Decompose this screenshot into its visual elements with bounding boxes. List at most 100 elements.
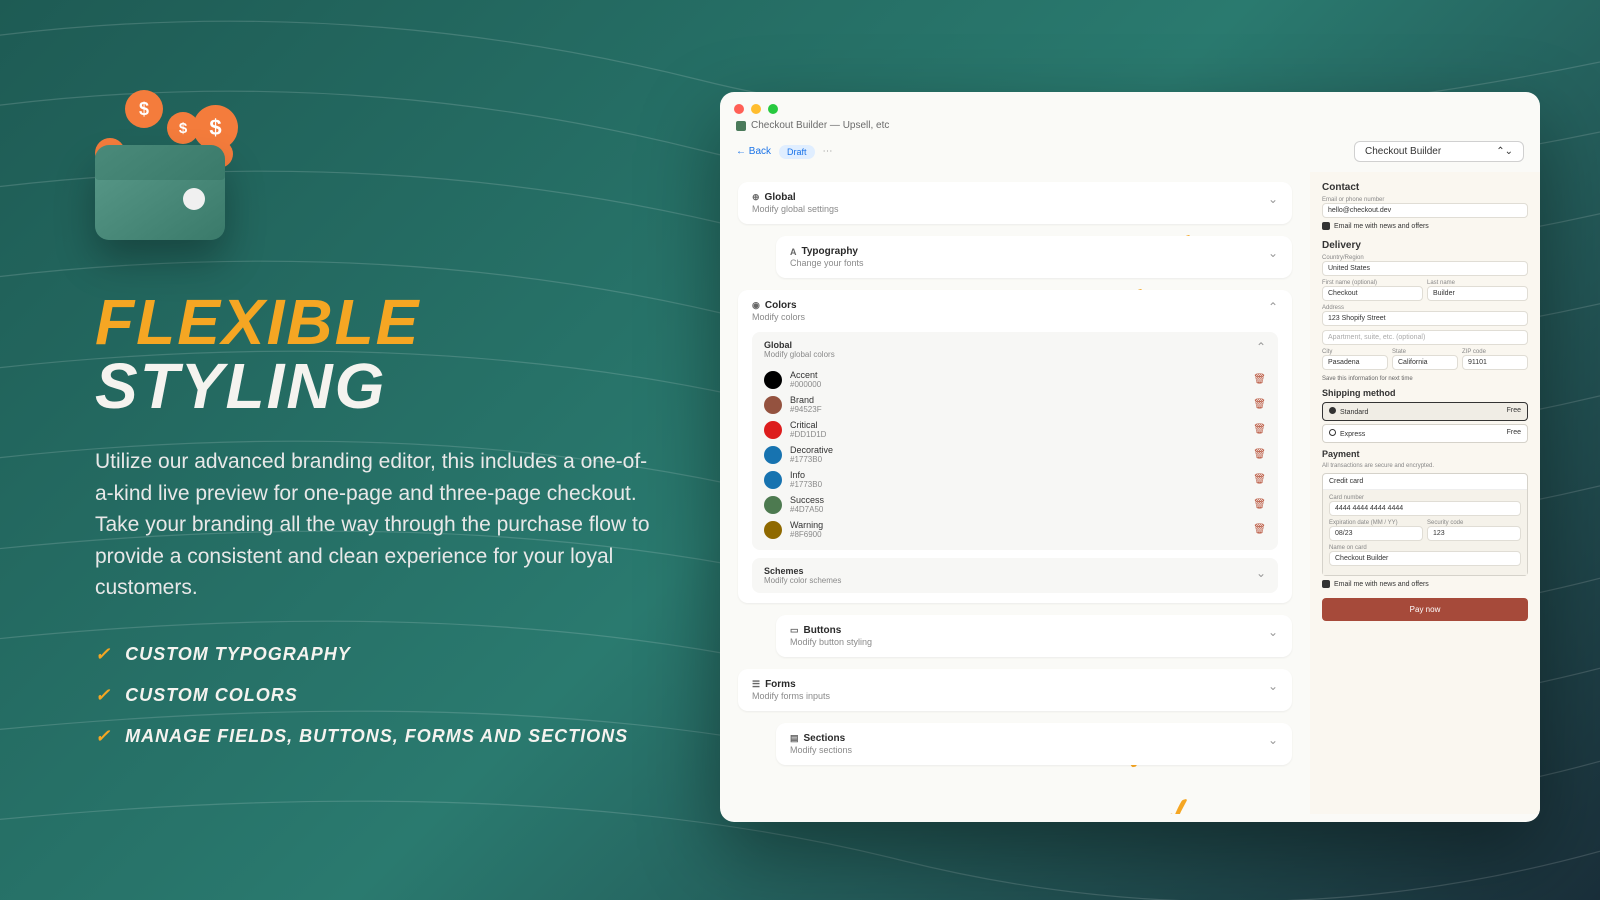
shipping-express[interactable]: ExpressFree	[1322, 424, 1528, 443]
back-button[interactable]: ← Back	[736, 146, 771, 157]
check-icon: ✓	[95, 726, 111, 747]
chevron-down-icon[interactable]: ⌄	[1268, 192, 1278, 206]
marketing-panel: $ $ $ $ $ FLEXIBLE STYLING Utilize our a…	[95, 90, 665, 767]
section-forms[interactable]: ☰Forms Modify forms inputs ⌄	[738, 669, 1292, 711]
colors-global: Global Modify global colors ⌃ Accent #00…	[752, 332, 1278, 550]
color-name: Decorative	[790, 445, 833, 455]
button-icon: ▭	[790, 625, 799, 636]
news-checkbox-2[interactable]: Email me with news and offers	[1322, 580, 1528, 588]
country-field[interactable]: United States	[1322, 261, 1528, 276]
color-name: Brand	[790, 395, 822, 405]
minimize-icon[interactable]	[751, 104, 761, 114]
color-hex: #8F6900	[790, 530, 823, 539]
annotation-check-icon: ✓	[1159, 788, 1198, 814]
app-window: Checkout Builder — Upsell, etc ← Back Dr…	[720, 92, 1540, 822]
name-on-card-field[interactable]: Checkout Builder	[1329, 551, 1521, 566]
city-field[interactable]: Pasadena	[1322, 355, 1388, 370]
card-number-field[interactable]: 4444 4444 4444 4444	[1329, 501, 1521, 516]
trash-icon[interactable]: 🗑	[1253, 474, 1266, 485]
feature-text: Custom Typography	[125, 644, 351, 665]
color-swatch	[764, 396, 782, 414]
section-typography[interactable]: ATypography Change your fonts ⌄	[776, 236, 1292, 278]
color-swatch	[764, 371, 782, 389]
color-row[interactable]: Decorative #1773B0 🗑	[764, 442, 1266, 467]
section-global[interactable]: ⊕Global Modify global settings ⌄	[738, 182, 1292, 224]
color-row[interactable]: Accent #000000 🗑	[764, 367, 1266, 392]
color-swatch	[764, 521, 782, 539]
color-swatch	[764, 471, 782, 489]
forms-icon: ☰	[752, 679, 760, 690]
more-icon[interactable]: ⋯	[823, 146, 833, 157]
chevron-down-icon[interactable]: ⌄	[1268, 625, 1278, 639]
window-controls[interactable]	[720, 92, 1540, 120]
color-name: Success	[790, 495, 824, 505]
check-icon: ✓	[95, 644, 111, 665]
headline-line1: FLEXIBLE	[95, 290, 665, 354]
color-row[interactable]: Critical #DD1D1D 🗑	[764, 417, 1266, 442]
news-checkbox[interactable]: Email me with news and offers	[1322, 222, 1528, 230]
contact-title: Contact	[1322, 182, 1528, 193]
chevron-down-icon[interactable]: ⌄	[1256, 566, 1266, 585]
color-hex: #DD1D1D	[790, 430, 826, 439]
toolbar: ← Back Draft ⋯ Checkout Builder ⌃⌄	[720, 137, 1540, 172]
breadcrumb: Checkout Builder — Upsell, etc	[720, 120, 1540, 137]
color-row[interactable]: Info #1773B0 🗑	[764, 467, 1266, 492]
cvc-field[interactable]: 123	[1427, 526, 1521, 541]
close-icon[interactable]	[734, 104, 744, 114]
colors-schemes[interactable]: Schemes Modify color schemes ⌄	[752, 558, 1278, 593]
state-field[interactable]: California	[1392, 355, 1458, 370]
trash-icon[interactable]: 🗑	[1253, 499, 1266, 510]
settings-panel: ✓ ✓ ✓ ✓ ✓ ✓ ⊕Global Modify global settin…	[720, 172, 1310, 814]
color-row[interactable]: Success #4D7A50 🗑	[764, 492, 1266, 517]
chevron-up-icon[interactable]: ⌃	[1268, 300, 1278, 314]
payment-title: Payment	[1322, 449, 1528, 459]
email-field[interactable]: hello@checkout.dev	[1322, 203, 1528, 218]
color-swatch	[764, 496, 782, 514]
chevron-down-icon[interactable]: ⌄	[1268, 733, 1278, 747]
color-row[interactable]: Brand #94523F 🗑	[764, 392, 1266, 417]
section-buttons[interactable]: ▭Buttons Modify button styling ⌄	[776, 615, 1292, 657]
trash-icon[interactable]: 🗑	[1253, 449, 1266, 460]
apt-field[interactable]: Apartment, suite, etc. (optional)	[1322, 330, 1528, 345]
palette-icon: ◉	[752, 300, 760, 311]
maximize-icon[interactable]	[768, 104, 778, 114]
feature-text: Manage Fields, Buttons, Forms and Sectio…	[125, 726, 628, 747]
headline-line2: STYLING	[95, 354, 665, 418]
color-name: Warning	[790, 520, 823, 530]
section-sections[interactable]: ▤Sections Modify sections ⌄	[776, 723, 1292, 765]
address-field[interactable]: 123 Shopify Street	[1322, 311, 1528, 326]
description: Utilize our advanced branding editor, th…	[95, 446, 665, 604]
color-name: Accent	[790, 370, 821, 380]
draft-badge: Draft	[779, 145, 815, 159]
chevron-updown-icon: ⌃⌄	[1496, 146, 1513, 157]
last-name-field[interactable]: Builder	[1427, 286, 1528, 301]
expiry-field[interactable]: 08/23	[1329, 526, 1423, 541]
chevron-up-icon[interactable]: ⌃	[1256, 340, 1266, 359]
first-name-field[interactable]: Checkout	[1322, 286, 1423, 301]
section-colors[interactable]: ◉Colors Modify colors ⌃ Global Modify gl…	[738, 290, 1292, 603]
color-hex: #000000	[790, 380, 821, 389]
trash-icon[interactable]: 🗑	[1253, 374, 1266, 385]
feature-text: Custom Colors	[125, 685, 298, 706]
chevron-down-icon[interactable]: ⌄	[1268, 679, 1278, 693]
trash-icon[interactable]: 🗑	[1253, 399, 1266, 410]
trash-icon[interactable]: 🗑	[1253, 424, 1266, 435]
pay-now-button[interactable]: Pay now	[1322, 598, 1528, 621]
zip-field[interactable]: 91101	[1462, 355, 1528, 370]
shipping-title: Shipping method	[1322, 388, 1528, 398]
trash-icon[interactable]: 🗑	[1253, 524, 1266, 535]
shipping-standard[interactable]: StandardFree	[1322, 402, 1528, 421]
color-swatch	[764, 421, 782, 439]
color-hex: #94523F	[790, 405, 822, 414]
chevron-down-icon[interactable]: ⌄	[1268, 246, 1278, 260]
color-row[interactable]: Warning #8F6900 🗑	[764, 517, 1266, 542]
app-icon	[736, 121, 746, 131]
color-swatch	[764, 446, 782, 464]
color-hex: #4D7A50	[790, 505, 824, 514]
color-name: Info	[790, 470, 822, 480]
typography-icon: A	[790, 247, 797, 257]
page-selector[interactable]: Checkout Builder ⌃⌄	[1354, 141, 1524, 162]
credit-card-box: Credit card Card number4444 4444 4444 44…	[1322, 473, 1528, 576]
sections-icon: ▤	[790, 733, 799, 744]
color-hex: #1773B0	[790, 480, 822, 489]
